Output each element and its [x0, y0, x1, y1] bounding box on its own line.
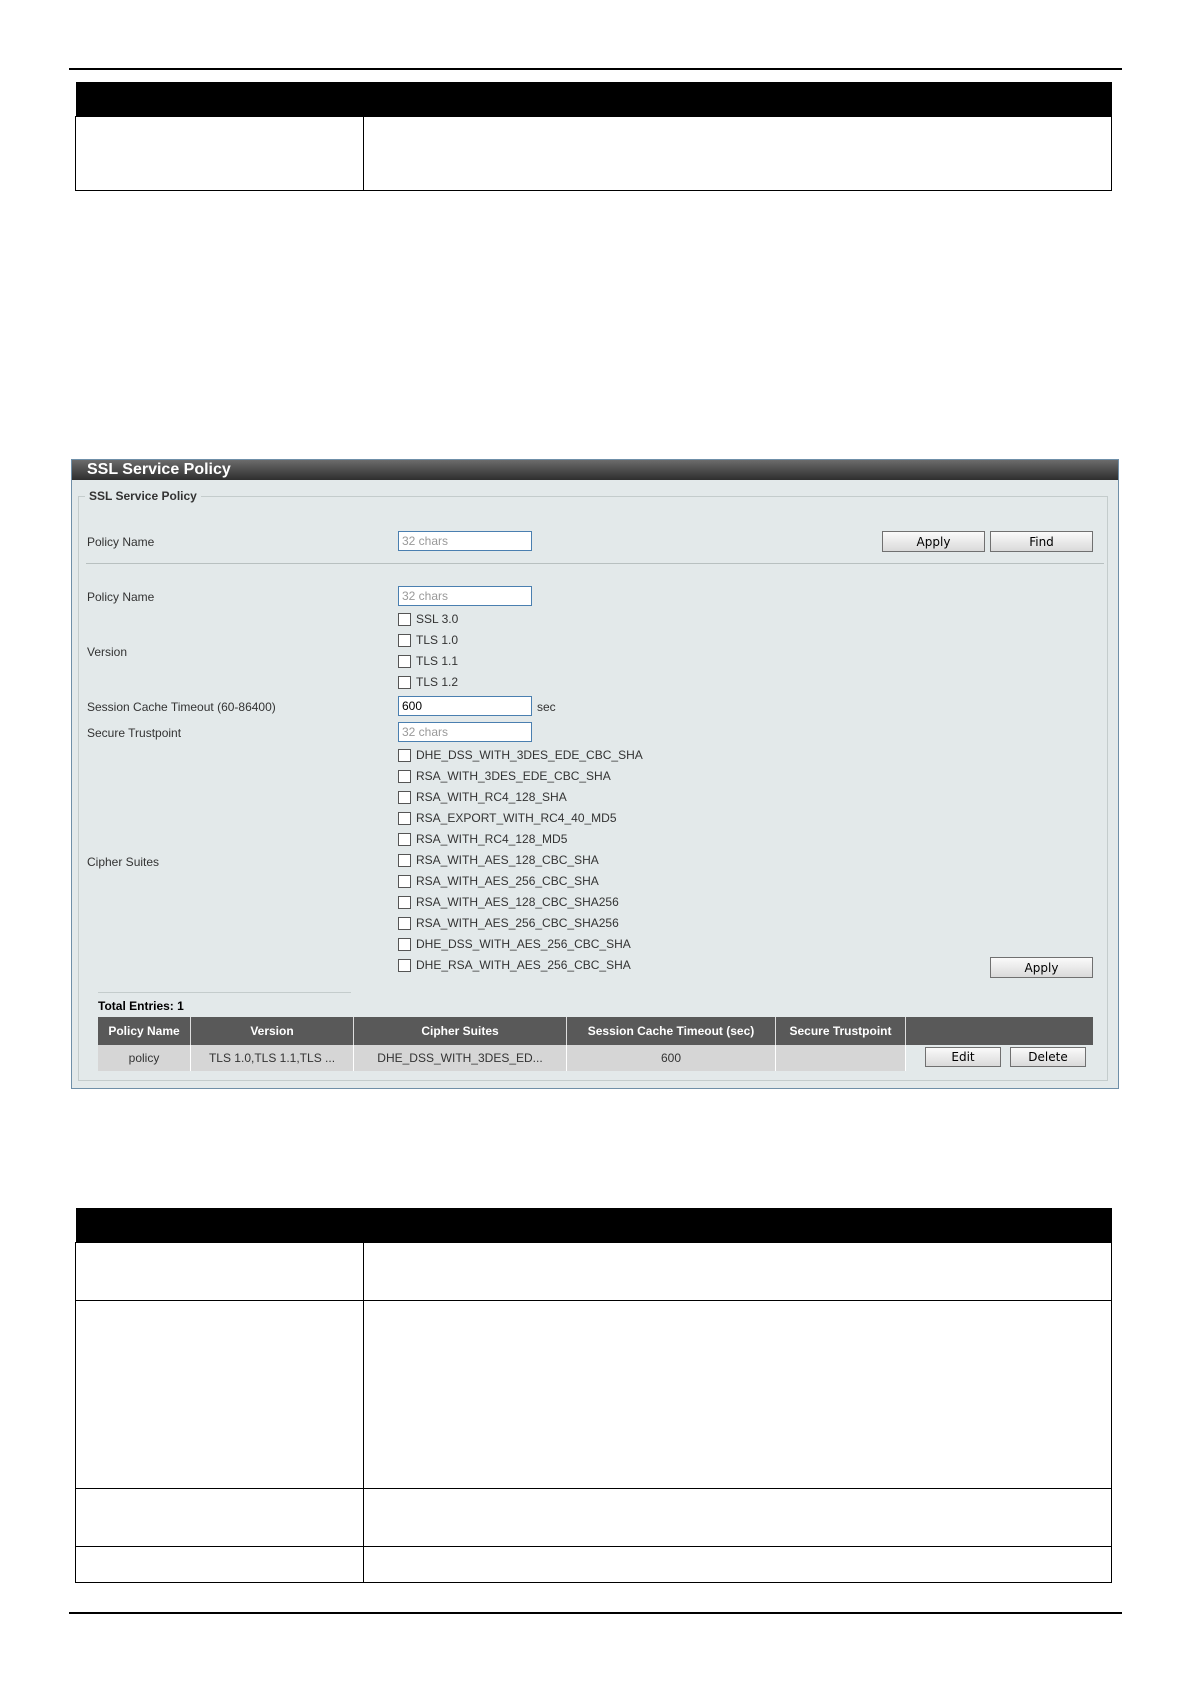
- cipher-checkbox[interactable]: [398, 937, 411, 951]
- session-timeout-input[interactable]: [398, 696, 532, 716]
- cell-secure-trustpoint: [775, 1045, 906, 1071]
- cipher-checkbox[interactable]: [398, 874, 411, 888]
- col-actions: [905, 1017, 1093, 1045]
- cipher-checkbox[interactable]: [398, 748, 411, 762]
- version-checkbox-label: TLS 1.1: [416, 654, 459, 668]
- policy-name-label: Policy Name: [87, 590, 155, 604]
- version-checkbox[interactable]: [398, 612, 411, 626]
- version-label: Version: [87, 645, 128, 659]
- form-separator: [86, 563, 1104, 564]
- cipher-option[interactable]: DHE_DSS_WITH_3DES_EDE_CBC_SHA: [398, 746, 643, 764]
- cell-actions: Edit Delete: [905, 1045, 1093, 1071]
- cipher-option[interactable]: RSA_EXPORT_WITH_RC4_40_MD5: [398, 809, 617, 827]
- version-option[interactable]: TLS 1.0: [398, 631, 458, 649]
- cipher-checkbox-label: RSA_WITH_AES_128_CBC_SHA: [416, 853, 599, 867]
- policy-name-input[interactable]: [398, 586, 532, 606]
- cipher-checkbox[interactable]: [398, 811, 411, 825]
- session-timeout-label: Session Cache Timeout (60-86400): [87, 700, 276, 714]
- version-checkbox-label: SSL 3.0: [416, 612, 459, 626]
- bottom-doc-table: [75, 1208, 1112, 1583]
- cipher-checkbox[interactable]: [398, 790, 411, 804]
- delete-button[interactable]: Delete: [1010, 1047, 1086, 1067]
- version-checkbox[interactable]: [398, 675, 411, 689]
- cipher-checkbox-label: RSA_WITH_RC4_128_SHA: [416, 790, 567, 804]
- session-timeout-unit: sec: [537, 700, 556, 714]
- cipher-checkbox-label: RSA_WITH_RC4_128_MD5: [416, 832, 568, 846]
- find-policy-name-label: Policy Name: [87, 535, 155, 549]
- cipher-checkbox-label: DHE_DSS_WITH_AES_256_CBC_SHA: [416, 937, 631, 951]
- version-checkbox-label: TLS 1.0: [416, 633, 459, 647]
- cipher-checkbox-label: RSA_EXPORT_WITH_RC4_40_MD5: [416, 811, 617, 825]
- cipher-checkbox[interactable]: [398, 853, 411, 867]
- policy-table-header: Policy Name Version Cipher Suites Sessio…: [98, 1017, 1093, 1045]
- cipher-option[interactable]: RSA_WITH_RC4_128_SHA: [398, 788, 567, 806]
- doc-table-header: [75, 82, 1112, 117]
- cipher-option[interactable]: RSA_WITH_AES_256_CBC_SHA: [398, 872, 599, 890]
- doc-table-row: [75, 1300, 1112, 1489]
- ssl-service-policy-panel: SSL Service Policy SSL Service Policy Po…: [71, 459, 1119, 1089]
- cipher-checkbox[interactable]: [398, 832, 411, 846]
- cipher-checkbox[interactable]: [398, 916, 411, 930]
- form-apply-button[interactable]: Apply: [990, 957, 1093, 978]
- cell-policy-name: policy: [98, 1045, 191, 1071]
- table-row: policy TLS 1.0,TLS 1.1,TLS ... DHE_DSS_W…: [98, 1045, 1093, 1071]
- cipher-option[interactable]: RSA_WITH_3DES_EDE_CBC_SHA: [398, 767, 611, 785]
- cipher-checkbox-label: RSA_WITH_3DES_EDE_CBC_SHA: [416, 769, 611, 783]
- panel-title: SSL Service Policy: [72, 460, 1118, 480]
- cipher-option[interactable]: RSA_WITH_AES_128_CBC_SHA256: [398, 893, 619, 911]
- doc-table-row: [75, 1488, 1112, 1547]
- doc-table-row: [75, 1242, 1112, 1301]
- cell-cipher-suites: DHE_DSS_WITH_3DES_ED...: [353, 1045, 567, 1071]
- cipher-option[interactable]: RSA_WITH_AES_128_CBC_SHA: [398, 851, 599, 869]
- cipher-checkbox[interactable]: [398, 958, 411, 972]
- doc-table-row: [75, 1546, 1112, 1583]
- top-doc-table: [75, 82, 1112, 191]
- col-session-timeout: Session Cache Timeout (sec): [566, 1017, 776, 1045]
- cipher-checkbox[interactable]: [398, 769, 411, 783]
- version-checkbox-label: TLS 1.2: [416, 675, 459, 689]
- version-checkbox[interactable]: [398, 654, 411, 668]
- cipher-option[interactable]: DHE_DSS_WITH_AES_256_CBC_SHA: [398, 935, 631, 953]
- find-policy-name-input[interactable]: [398, 531, 532, 551]
- version-option[interactable]: TLS 1.1: [398, 652, 458, 670]
- cipher-option[interactable]: RSA_WITH_RC4_128_MD5: [398, 830, 567, 848]
- cipher-checkbox-label: DHE_RSA_WITH_AES_256_CBC_SHA: [416, 958, 631, 972]
- version-option[interactable]: TLS 1.2: [398, 673, 458, 691]
- find-button[interactable]: Find: [990, 531, 1093, 552]
- version-checkbox[interactable]: [398, 633, 411, 647]
- cipher-checkbox-label: RSA_WITH_AES_128_CBC_SHA256: [416, 895, 619, 909]
- trustpoint-input[interactable]: [398, 722, 532, 742]
- page-header-rule: [69, 68, 1122, 70]
- find-apply-button[interactable]: Apply: [882, 531, 985, 552]
- trustpoint-label: Secure Trustpoint: [87, 726, 182, 740]
- col-cipher-suites: Cipher Suites: [353, 1017, 567, 1045]
- cipher-checkbox[interactable]: [398, 895, 411, 909]
- total-entries: Total Entries: 1: [98, 999, 184, 1013]
- edit-button[interactable]: Edit: [925, 1047, 1001, 1067]
- entries-divider: [98, 992, 351, 993]
- cipher-checkbox-label: DHE_DSS_WITH_3DES_EDE_CBC_SHA: [416, 748, 643, 762]
- col-secure-trustpoint: Secure Trustpoint: [775, 1017, 906, 1045]
- version-option[interactable]: SSL 3.0: [398, 610, 458, 628]
- cipher-option[interactable]: DHE_RSA_WITH_AES_256_CBC_SHA: [398, 956, 631, 974]
- policy-table: Policy Name Version Cipher Suites Sessio…: [98, 1017, 1093, 1071]
- cipher-checkbox-label: RSA_WITH_AES_256_CBC_SHA: [416, 874, 599, 888]
- cipher-checkbox-label: RSA_WITH_AES_256_CBC_SHA256: [416, 916, 619, 930]
- doc-table-row: [75, 116, 1112, 191]
- col-policy-name: Policy Name: [98, 1017, 191, 1045]
- doc-table-header: [75, 1208, 1112, 1243]
- page-footer-rule: [69, 1612, 1122, 1614]
- cipher-suites-label: Cipher Suites: [87, 855, 160, 869]
- col-version: Version: [190, 1017, 354, 1045]
- cipher-option[interactable]: RSA_WITH_AES_256_CBC_SHA256: [398, 914, 619, 932]
- fieldset-legend: SSL Service Policy: [89, 489, 197, 503]
- cell-version: TLS 1.0,TLS 1.1,TLS ...: [190, 1045, 354, 1071]
- cell-session-timeout: 600: [566, 1045, 776, 1071]
